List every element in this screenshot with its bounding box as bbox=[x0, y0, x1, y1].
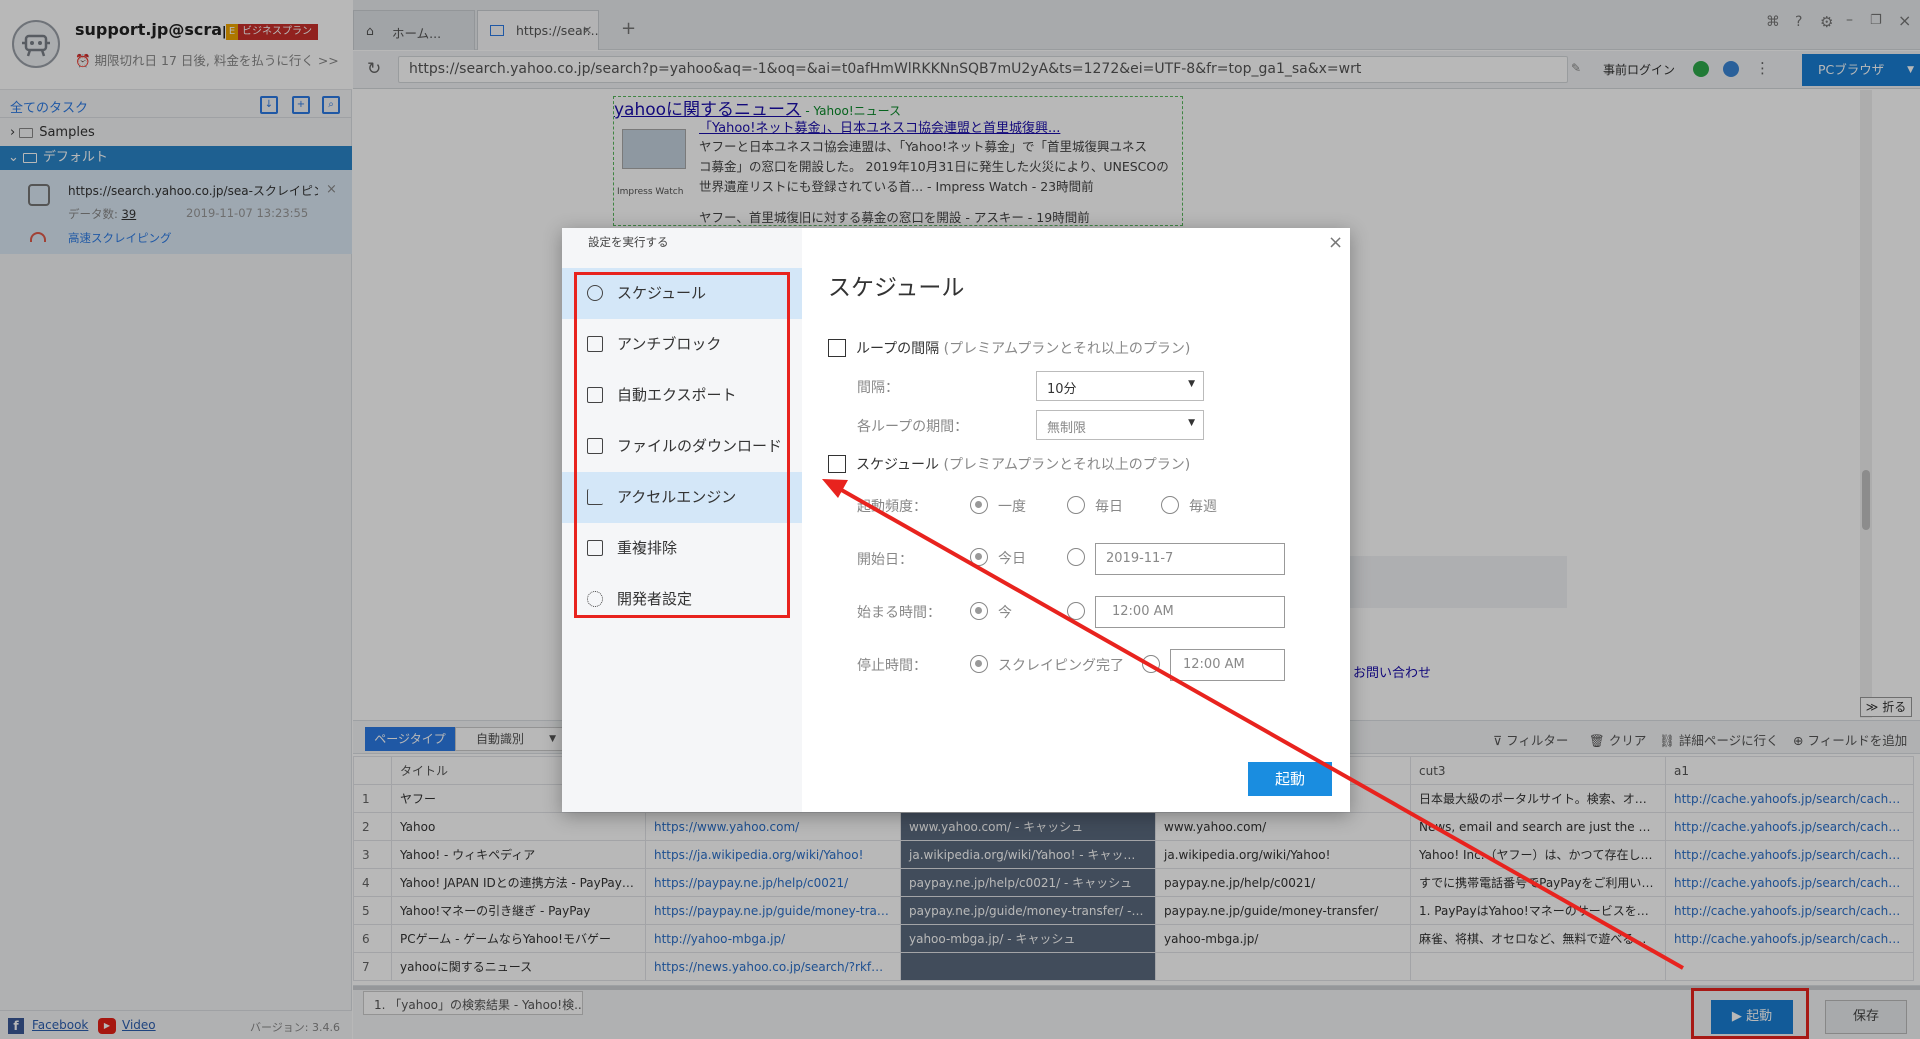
freq-weekly-label: 毎週 bbox=[1189, 499, 1217, 515]
stop-time-label: 停止時間： bbox=[857, 658, 927, 674]
start-date-radio[interactable] bbox=[1067, 548, 1085, 566]
stop-time-radio[interactable] bbox=[1142, 655, 1160, 673]
stop-time-input[interactable]: 12:00 AM bbox=[1170, 649, 1285, 681]
freq-label: 起動頻度： bbox=[857, 499, 927, 515]
schedule-option: スケジュール (プレミアムプランとそれ以上のプラン) bbox=[856, 454, 1190, 474]
loop-label: ループの間隔 bbox=[856, 341, 940, 357]
loop-option: ループの間隔 (プレミアムプランとそれ以上のプラン) bbox=[856, 338, 1190, 358]
interval-select[interactable]: 10分 bbox=[1036, 371, 1204, 401]
stop-complete-radio[interactable] bbox=[970, 655, 988, 673]
schedule-label: スケジュール bbox=[856, 457, 940, 473]
dialog-title: スケジュール bbox=[828, 275, 965, 301]
start-time-radio[interactable] bbox=[1067, 602, 1085, 620]
start-now-label: 今 bbox=[998, 605, 1012, 621]
freq-once-label: 一度 bbox=[998, 499, 1026, 515]
schedule-checkbox[interactable] bbox=[828, 455, 846, 473]
start-time-input[interactable]: 12:00 AM bbox=[1095, 596, 1285, 628]
freq-daily-label: 毎日 bbox=[1095, 499, 1123, 515]
close-icon[interactable]: × bbox=[1328, 232, 1343, 253]
start-today-label: 今日 bbox=[998, 551, 1026, 567]
menu-highlight-box bbox=[574, 272, 790, 618]
start-date-label: 開始日： bbox=[857, 552, 913, 568]
start-now-radio[interactable] bbox=[970, 602, 988, 620]
freq-once-radio[interactable] bbox=[970, 496, 988, 514]
freq-daily-radio[interactable] bbox=[1067, 496, 1085, 514]
start-time-label: 始まる時間： bbox=[857, 605, 941, 621]
freq-weekly-radio[interactable] bbox=[1161, 496, 1179, 514]
run-settings-dialog: 設定を実行する スケジュール アンチブロック 自動エクスポート ファイルのダウン… bbox=[562, 228, 1350, 812]
interval-label: 間隔： bbox=[857, 380, 899, 396]
start-today-radio[interactable] bbox=[970, 548, 988, 566]
loop-checkbox[interactable] bbox=[828, 339, 846, 357]
premium-note: (プレミアムプランとそれ以上のプラン) bbox=[943, 341, 1191, 357]
period-select[interactable]: 無制限 bbox=[1036, 410, 1204, 440]
premium-note: (プレミアムプランとそれ以上のプラン) bbox=[943, 457, 1191, 473]
dialog-header: 設定を実行する bbox=[588, 235, 669, 249]
dialog-menu: 設定を実行する スケジュール アンチブロック 自動エクスポート ファイルのダウン… bbox=[562, 228, 802, 812]
period-label: 各ループの期間： bbox=[857, 419, 969, 435]
dialog-start-button[interactable]: 起動 bbox=[1248, 762, 1332, 796]
stop-complete-label: スクレイピング完了 bbox=[998, 658, 1124, 674]
start-date-input[interactable]: 2019-11-7 bbox=[1095, 543, 1285, 575]
